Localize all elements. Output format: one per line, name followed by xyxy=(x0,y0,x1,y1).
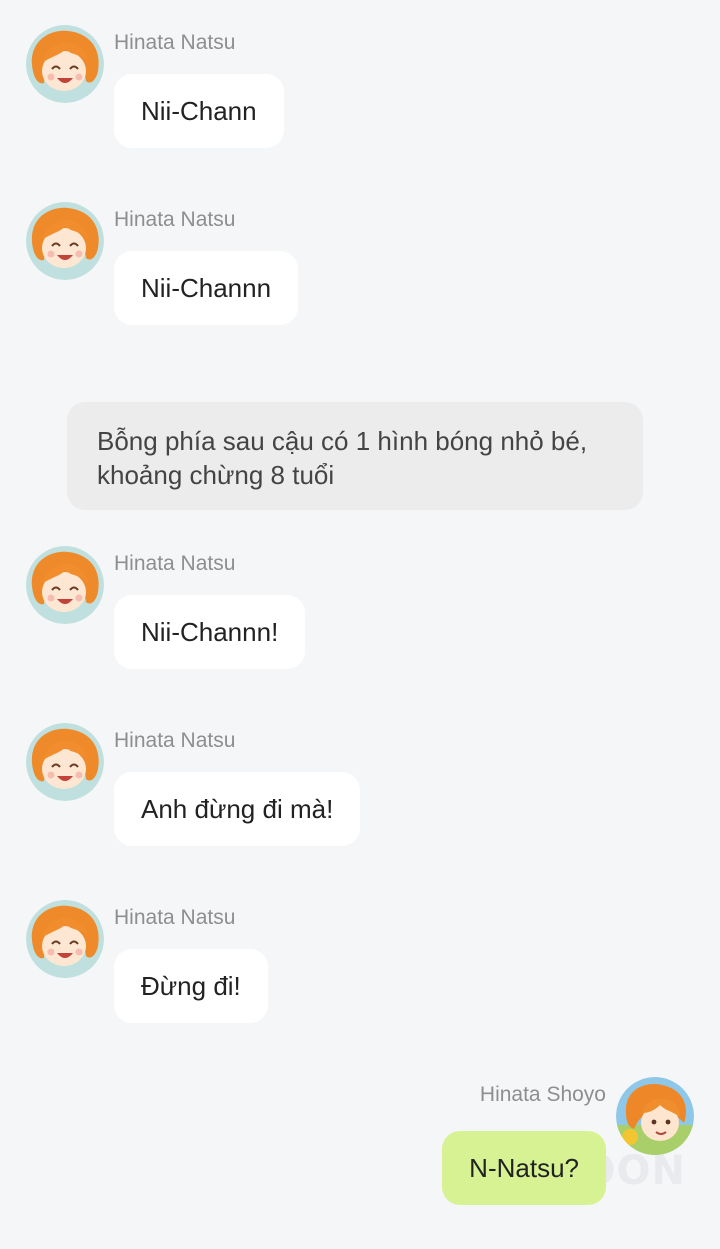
chat-message: Hinata Natsu Đừng đi! xyxy=(26,900,666,1030)
sender-name: Hinata Natsu xyxy=(114,31,236,54)
message-bubble[interactable]: Nii-Chann xyxy=(114,74,284,148)
message-bubble[interactable]: Anh đừng đi mà! xyxy=(114,772,361,846)
sender-name: Hinata Natsu xyxy=(114,729,236,752)
message-bubble-self[interactable]: N-Natsu? xyxy=(442,1131,606,1205)
message-bubble[interactable]: Nii-Channn! xyxy=(114,595,306,669)
message-bubble[interactable]: Đừng đi! xyxy=(114,949,268,1023)
avatar-natsu-icon[interactable] xyxy=(26,25,104,103)
avatar-natsu-icon[interactable] xyxy=(26,900,104,978)
chat-message-self: Hinata Shoyo N-Natsu? xyxy=(54,1077,694,1207)
sender-name: Hinata Natsu xyxy=(114,906,236,929)
sender-name: Hinata Natsu xyxy=(114,208,236,231)
avatar-natsu-icon[interactable] xyxy=(26,723,104,801)
chat-message: Hinata Natsu Nii-Channn xyxy=(26,202,666,332)
avatar-natsu-icon[interactable] xyxy=(26,202,104,280)
sender-name: Hinata Shoyo xyxy=(479,1083,606,1106)
chat-message: Hinata Natsu Nii-Channn! xyxy=(26,546,666,676)
avatar-natsu-icon[interactable] xyxy=(26,546,104,624)
chat-message: Hinata Natsu Nii-Chann xyxy=(26,25,666,155)
avatar-shoyo-icon[interactable] xyxy=(616,1077,694,1155)
message-bubble[interactable]: Nii-Channn xyxy=(114,251,299,325)
narration-bubble: Bỗng phía sau cậu có 1 hình bóng nhỏ bé,… xyxy=(67,402,643,510)
sender-name: Hinata Natsu xyxy=(114,552,236,575)
chat-message: Hinata Natsu Anh đừng đi mà! xyxy=(26,723,666,853)
